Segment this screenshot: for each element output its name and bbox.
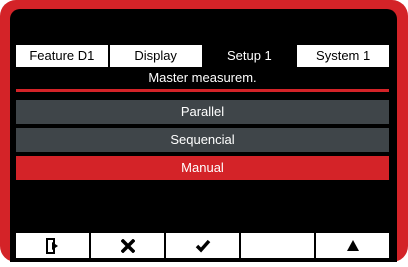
tab-system-1[interactable]: System 1 [297, 45, 389, 67]
soft-key-bar [16, 233, 389, 258]
screen-title: Master measurem. [148, 70, 257, 85]
empty-soft-key[interactable] [241, 233, 314, 258]
cross-icon [120, 238, 135, 253]
title-divider [16, 89, 389, 92]
checkmark-icon [195, 239, 211, 253]
exit-button[interactable] [16, 233, 89, 258]
menu-item-parallel[interactable]: Parallel [16, 100, 389, 124]
tab-feature-d1[interactable]: Feature D1 [16, 45, 108, 67]
tab-bar: Feature D1 Display Setup 1 System 1 [16, 45, 389, 67]
exit-icon [45, 237, 60, 254]
up-arrow-icon [346, 239, 360, 252]
menu-item-manual[interactable]: Manual [16, 156, 389, 180]
confirm-button[interactable] [166, 233, 239, 258]
up-button[interactable] [316, 233, 389, 258]
option-menu: Parallel Sequencial Manual [16, 100, 389, 184]
cancel-button[interactable] [91, 233, 164, 258]
tab-display[interactable]: Display [109, 45, 202, 67]
display-screen: Feature D1 Display Setup 1 System 1 Mast… [10, 9, 397, 262]
tab-setup-1[interactable]: Setup 1 [203, 45, 296, 67]
menu-item-sequencial[interactable]: Sequencial [16, 128, 389, 152]
